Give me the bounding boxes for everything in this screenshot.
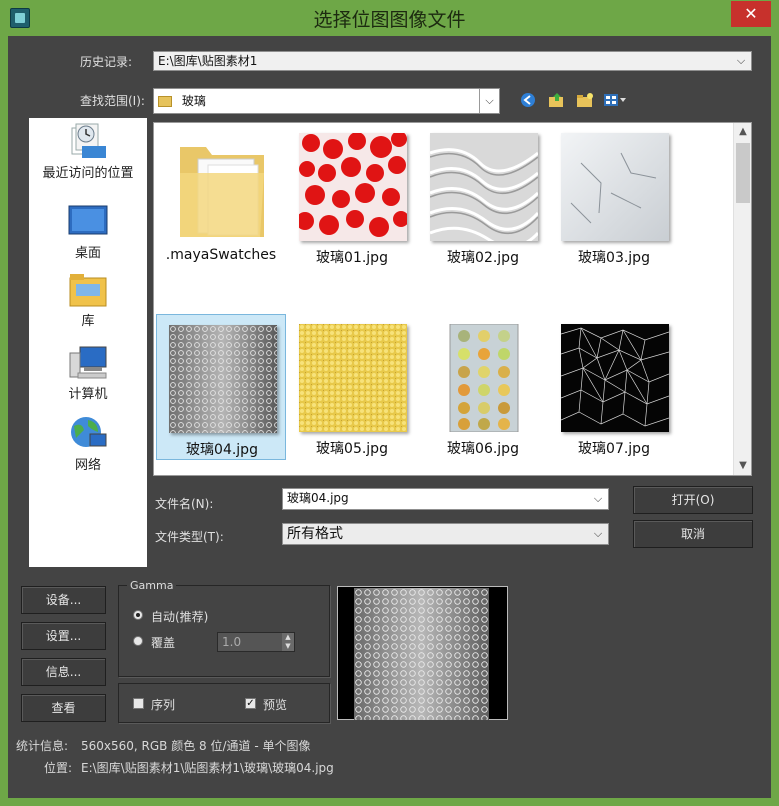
chevron-down-icon[interactable]: ⌵ bbox=[731, 52, 751, 70]
filetype-dropdown[interactable]: 所有格式 ⌵ bbox=[282, 523, 609, 545]
place-computer[interactable]: 计算机 bbox=[29, 343, 147, 402]
file-item[interactable]: .mayaSwatches bbox=[156, 123, 286, 269]
network-icon bbox=[68, 414, 108, 452]
history-dropdown[interactable]: E:\图库\贴图素材1 ⌵ bbox=[153, 51, 752, 71]
filename-value: 玻璃04.jpg bbox=[287, 491, 349, 505]
up-folder-icon[interactable] bbox=[548, 92, 566, 108]
file-item[interactable]: 玻璃05.jpg bbox=[287, 314, 417, 460]
chevron-down-icon[interactable]: ⌵ bbox=[588, 489, 608, 509]
setup-button[interactable]: 设置... bbox=[21, 622, 106, 650]
gamma-group: Gamma 自动(推荐) 覆盖 1.0 ▲ ▼ bbox=[118, 579, 330, 677]
file-name: 玻璃06.jpg bbox=[447, 441, 519, 457]
image-thumbnail bbox=[429, 133, 540, 249]
image-thumbnail bbox=[430, 323, 538, 433]
file-name: 玻璃02.jpg bbox=[447, 250, 519, 266]
scrollbar-thumb[interactable] bbox=[736, 143, 750, 203]
place-label: 桌面 bbox=[74, 246, 101, 261]
location-value: E:\图库\贴图素材1\贴图素材1\玻璃\玻璃04.jpg bbox=[81, 761, 334, 775]
cancel-button[interactable]: 取消 bbox=[633, 520, 753, 548]
image-thumbnail bbox=[169, 325, 277, 433]
dialog-window: 选择位图图像文件 ✕ 历史记录: E:\图库\贴图素材1 ⌵ 查找范围(I): … bbox=[0, 0, 779, 806]
file-name: 玻璃03.jpg bbox=[578, 250, 650, 266]
folder-icon bbox=[158, 96, 172, 107]
file-item[interactable]: 玻璃01.jpg bbox=[287, 123, 417, 269]
image-thumbnail bbox=[296, 131, 409, 241]
stats-label: 统计信息: bbox=[16, 739, 69, 753]
open-button[interactable]: 打开(O) bbox=[633, 486, 753, 514]
view-button[interactable]: 查看 bbox=[21, 694, 106, 722]
filename-input[interactable]: 玻璃04.jpg ⌵ bbox=[282, 488, 609, 510]
sequence-checkbox[interactable] bbox=[133, 698, 144, 709]
file-list-scrollbar[interactable]: ▲ ▼ bbox=[733, 123, 751, 475]
file-name: 玻璃01.jpg bbox=[316, 250, 388, 266]
lookin-value: 玻璃 bbox=[181, 94, 206, 108]
file-item[interactable]: 玻璃02.jpg bbox=[418, 123, 548, 269]
libraries-icon bbox=[68, 270, 108, 308]
stats-value: 560x560, RGB 颜色 8 位/通道 - 单个图像 bbox=[81, 739, 311, 753]
place-label: 最近访问的位置 bbox=[42, 166, 134, 181]
history-value: E:\图库\贴图素材1 bbox=[158, 54, 258, 68]
place-libraries[interactable]: 库 bbox=[29, 270, 147, 329]
place-label: 计算机 bbox=[68, 387, 108, 402]
info-button[interactable]: 信息... bbox=[21, 658, 106, 686]
place-desktop[interactable]: 桌面 bbox=[29, 202, 147, 261]
place-label: 网络 bbox=[74, 458, 101, 473]
new-folder-icon[interactable] bbox=[576, 92, 594, 108]
file-list[interactable]: .mayaSwatches 玻璃01.jpg 玻璃02.jpg 玻璃03.jpg… bbox=[153, 122, 752, 476]
gamma-override-stepper[interactable]: 1.0 ▲ ▼ bbox=[217, 632, 295, 652]
image-thumbnail bbox=[561, 133, 669, 241]
desktop-icon bbox=[68, 202, 108, 240]
lookin-dropdown[interactable]: 玻璃 ⌵ bbox=[153, 88, 500, 114]
options-group: 序列 ✓ 预览 bbox=[118, 683, 330, 723]
chevron-down-icon[interactable]: ⌵ bbox=[588, 524, 608, 544]
preview-label: 预览 bbox=[263, 698, 288, 712]
dialog-client: 历史记录: E:\图库\贴图素材1 ⌵ 查找范围(I): 玻璃 ⌵ 最近访问的位… bbox=[8, 36, 771, 798]
filetype-value: 所有格式 bbox=[287, 526, 343, 542]
back-icon[interactable] bbox=[520, 92, 538, 108]
spin-arrows-icon[interactable]: ▲ ▼ bbox=[282, 633, 294, 651]
chevron-down-icon[interactable]: ⌵ bbox=[479, 89, 499, 113]
gamma-override-value: 1.0 bbox=[222, 635, 242, 649]
filetype-label: 文件类型(T): bbox=[155, 530, 224, 544]
file-name: 玻璃04.jpg bbox=[186, 442, 258, 458]
view-menu-icon[interactable] bbox=[603, 92, 627, 108]
close-button[interactable]: ✕ bbox=[731, 1, 771, 27]
lookin-label: 查找范围(I): bbox=[80, 94, 145, 108]
file-item[interactable]: 玻璃06.jpg bbox=[418, 314, 548, 460]
chevron-up-icon[interactable]: ▲ bbox=[734, 123, 751, 141]
file-name: 玻璃05.jpg bbox=[316, 441, 388, 457]
file-item-selected[interactable]: 玻璃04.jpg bbox=[156, 314, 286, 460]
preview-image bbox=[354, 588, 489, 720]
file-item[interactable]: 玻璃07.jpg bbox=[549, 314, 679, 460]
gamma-override-radio[interactable] bbox=[133, 636, 143, 646]
lookin-toolbar bbox=[520, 92, 633, 110]
place-network[interactable]: 网络 bbox=[29, 414, 147, 473]
recent-places-icon bbox=[68, 122, 108, 160]
gamma-title: Gamma bbox=[127, 579, 177, 592]
preview-checkbox[interactable]: ✓ bbox=[245, 698, 256, 709]
filename-label: 文件名(N): bbox=[155, 497, 214, 511]
place-recent[interactable]: 最近访问的位置 bbox=[29, 122, 147, 181]
file-item[interactable]: 玻璃03.jpg bbox=[549, 123, 679, 269]
gamma-auto-radio[interactable] bbox=[133, 610, 143, 620]
window-title: 选择位图图像文件 bbox=[313, 9, 466, 31]
chevron-down-icon[interactable]: ▼ bbox=[734, 457, 751, 475]
image-thumbnail bbox=[299, 324, 407, 432]
gamma-override-label: 覆盖 bbox=[151, 636, 176, 650]
location-label: 位置: bbox=[44, 761, 73, 775]
devices-button[interactable]: 设备... bbox=[21, 586, 106, 614]
gamma-auto-label: 自动(推荐) bbox=[151, 610, 209, 624]
file-name: .mayaSwatches bbox=[165, 247, 277, 263]
folder-thumbnail bbox=[168, 133, 276, 241]
title-bar[interactable]: 选择位图图像文件 ✕ bbox=[0, 0, 779, 36]
history-label: 历史记录: bbox=[80, 55, 133, 69]
places-bar: 最近访问的位置 桌面 库 计算机 网络 bbox=[29, 118, 147, 567]
preview-panel bbox=[337, 586, 508, 720]
image-thumbnail bbox=[560, 324, 670, 432]
file-name: 玻璃07.jpg bbox=[578, 441, 650, 457]
sequence-label: 序列 bbox=[151, 698, 176, 712]
place-label: 库 bbox=[81, 314, 95, 329]
computer-icon bbox=[68, 343, 108, 381]
